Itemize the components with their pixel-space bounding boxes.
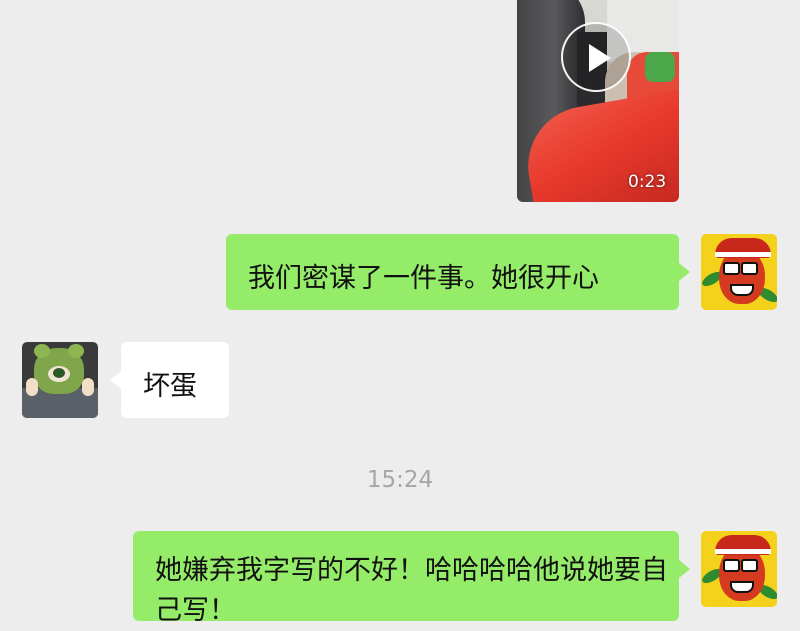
bubble-tail [679, 263, 690, 281]
timestamp-divider: 15:24 [366, 467, 434, 493]
bubble-tail [679, 560, 690, 578]
message-bubble-sent[interactable]: 她嫌弃我字写的不好！哈哈哈哈他说她要自己写！ [133, 531, 679, 626]
bubble-tail [110, 371, 121, 389]
play-button[interactable] [561, 22, 631, 92]
message-bubble-sent[interactable]: 我们密谋了一件事。她很开心 [226, 234, 679, 310]
message-text: 我们密谋了一件事。她很开心 [248, 263, 599, 294]
avatar-contact[interactable] [22, 342, 98, 418]
avatar-self[interactable] [701, 234, 777, 310]
message-bubble-received[interactable]: 坏蛋 [121, 342, 229, 418]
avatar-self[interactable] [701, 531, 777, 607]
message-text: 坏蛋 [143, 371, 197, 402]
play-icon [589, 44, 611, 72]
green-logo-icon [53, 368, 65, 378]
video-duration: 0:23 [628, 172, 667, 192]
message-text: 她嫌弃我字写的不好！哈哈哈哈他说她要自己写！ [155, 555, 668, 626]
